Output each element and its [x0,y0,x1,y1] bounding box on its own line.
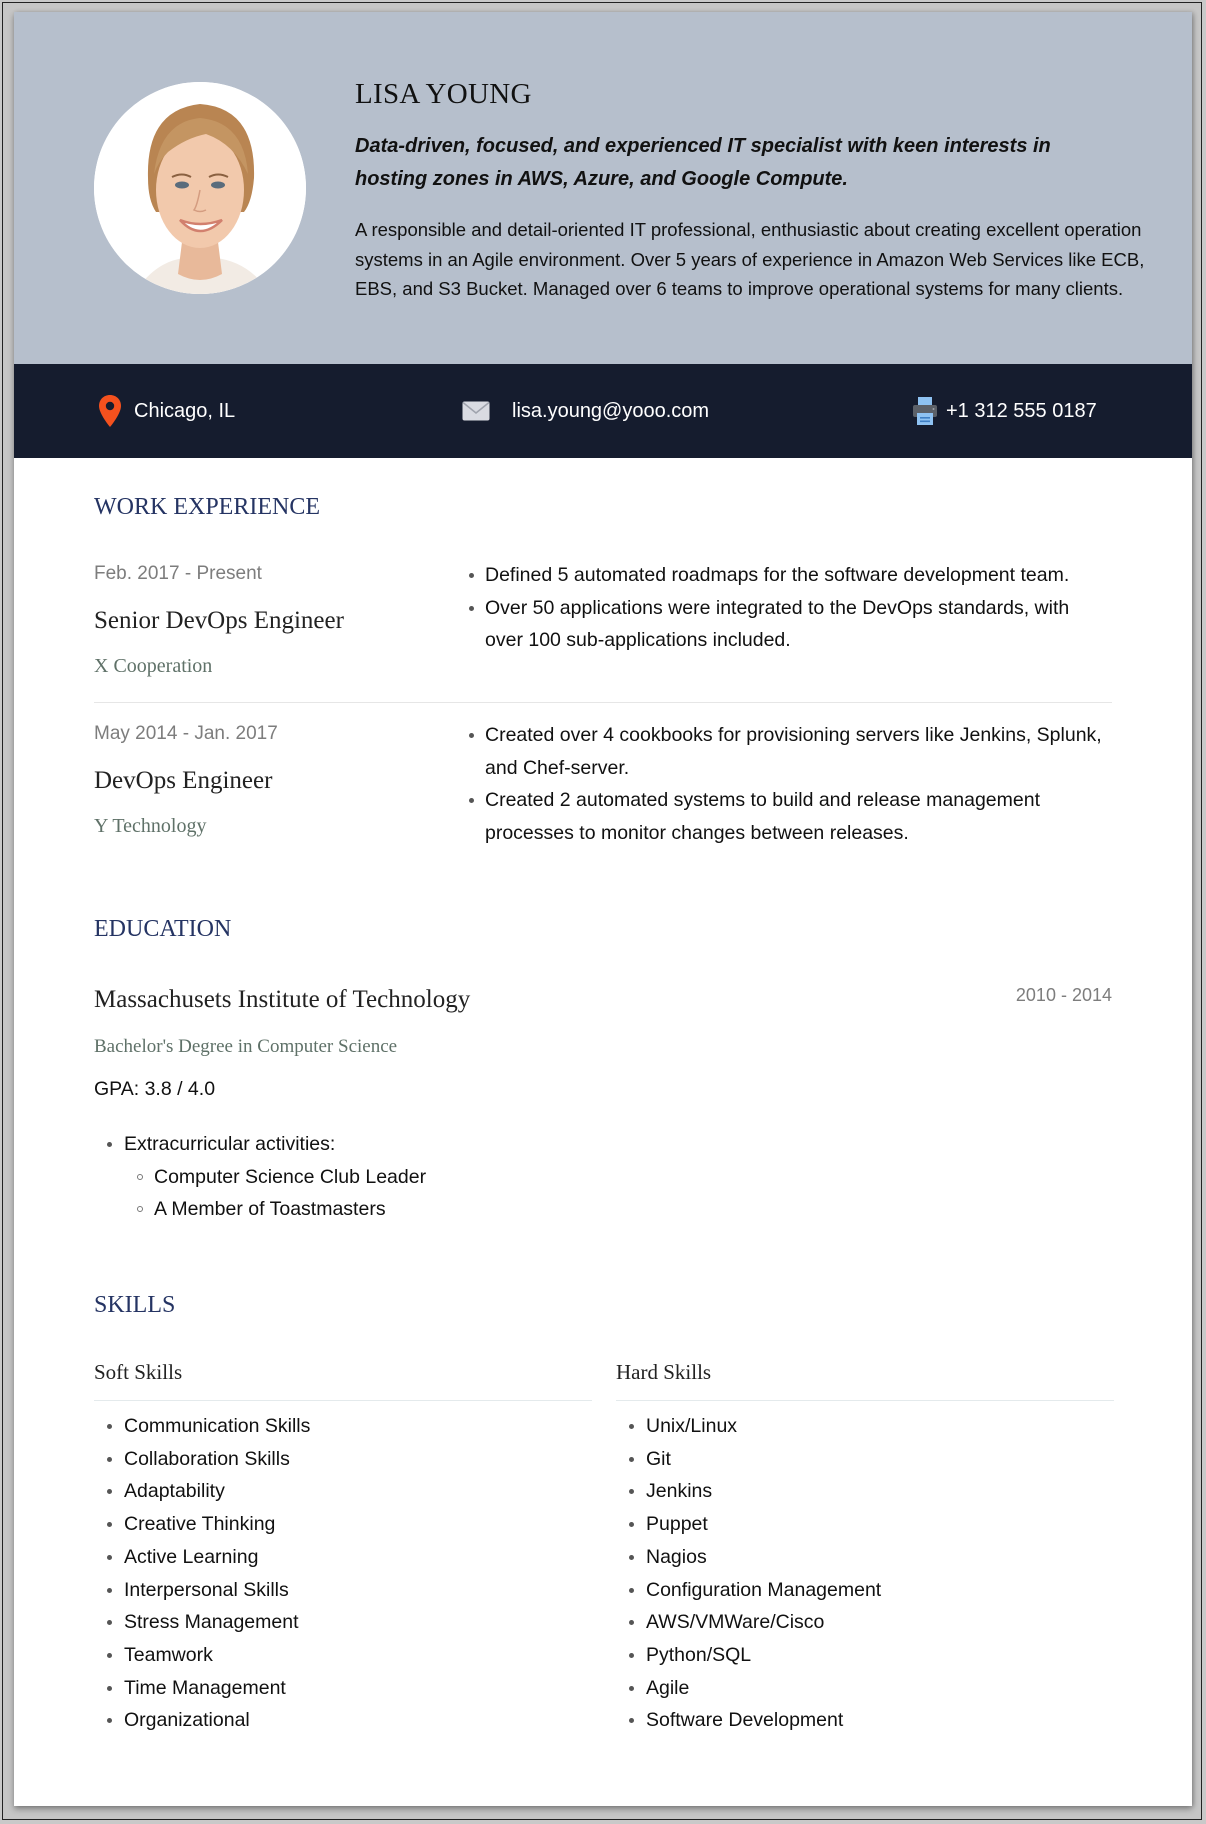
contact-bar: Chicago, IL lisa.young@yooo.com +1 312 5… [14,364,1192,458]
soft-skills-column: Soft Skills Communication Skills Collabo… [94,1358,592,1737]
gpa: GPA: 3.8 / 4.0 [94,1078,216,1100]
skill-item: Git [616,1443,1114,1476]
hard-skills-list: Unix/Linux Git Jenkins Puppet Nagios Con… [616,1410,1114,1737]
skill-item: Organizational [94,1704,592,1737]
job-company: Y Technology [94,815,207,837]
skill-item: Agile [616,1672,1114,1705]
extracurricular-activity: A Member of Toastmasters [124,1193,426,1226]
skill-item: Creative Thinking [94,1508,592,1541]
candidate-name: LISA YOUNG [355,78,532,110]
education-heading: EDUCATION [94,916,232,942]
extracurricular-activity: Computer Science Club Leader [124,1161,426,1194]
skill-item: Time Management [94,1672,592,1705]
avatar-portrait-icon [94,82,306,294]
soft-skills-divider [94,1400,592,1401]
extracurricular-sublist: Computer Science Club Leader A Member of… [124,1161,426,1226]
work-experience-heading: WORK EXPERIENCE [94,494,320,520]
contact-phone: +1 312 555 0187 [912,364,1097,458]
skill-item: Interpersonal Skills [94,1574,592,1607]
job-bullets: Created over 4 cookbooks for provisionin… [468,719,1108,850]
skills-heading: SKILLS [94,1292,176,1318]
skill-item: Stress Management [94,1606,592,1639]
job-company: X Cooperation [94,655,213,677]
job-bullets: Defined 5 automated roadmaps for the sof… [468,559,1108,657]
job-bullet: Created 2 automated systems to build and… [468,784,1108,849]
soft-skills-heading: Soft Skills [94,1360,183,1384]
skill-item: Configuration Management [616,1574,1114,1607]
job-dates: Feb. 2017 - Present [94,563,262,584]
resume-header: LISA YOUNG Data-driven, focused, and exp… [14,12,1192,364]
skill-item: Adaptability [94,1475,592,1508]
skill-item: Puppet [616,1508,1114,1541]
candidate-tagline: Data-driven, focused, and experienced IT… [355,135,1051,190]
degree: Bachelor's Degree in Computer Science [94,1036,398,1057]
contact-email[interactable]: lisa.young@yooo.com [462,364,709,458]
skill-item: AWS/VMWare/Cisco [616,1606,1114,1639]
extracurricular-item: Extracurricular activities: Computer Sci… [94,1128,426,1226]
job-bullet: Defined 5 automated roadmaps for the sof… [468,559,1108,592]
skill-item: Teamwork [94,1639,592,1672]
resume-page: LISA YOUNG Data-driven, focused, and exp… [14,12,1192,1806]
hard-skills-divider [616,1400,1114,1401]
job-title: DevOps Engineer [94,767,273,794]
contact-location: Chicago, IL [98,364,235,458]
job-bullet: Over 50 applications were integrated to … [468,592,1108,657]
education-years: 2010 - 2014 [1015,985,1112,1005]
job-divider [94,702,1112,703]
skill-item: Software Development [616,1704,1114,1737]
soft-skills-list: Communication Skills Collaboration Skill… [94,1410,592,1737]
skill-item: Nagios [616,1541,1114,1574]
phone-text: +1 312 555 0187 [946,399,1097,422]
map-pin-icon [98,394,122,428]
job-title: Senior DevOps Engineer [94,607,344,634]
printer-icon [912,396,938,426]
school-name: Massachusets Institute of Technology [94,986,471,1013]
extracurricular-label: Extracurricular activities: [124,1133,336,1155]
location-text: Chicago, IL [134,399,236,422]
hard-skills-heading: Hard Skills [616,1360,712,1384]
skill-item: Active Learning [94,1541,592,1574]
skill-item: Collaboration Skills [94,1443,592,1476]
email-link[interactable]: lisa.young@yooo.com [512,400,709,423]
extracurricular-list: Extracurricular activities: Computer Sci… [94,1128,426,1226]
skill-item: Jenkins [616,1475,1114,1508]
candidate-summary: A responsible and detail-oriented IT pro… [355,219,1145,299]
profile-photo [94,82,306,294]
skill-item: Unix/Linux [616,1410,1114,1443]
skill-item: Python/SQL [616,1639,1114,1672]
job-bullet: Created over 4 cookbooks for provisionin… [468,719,1108,784]
hard-skills-column: Hard Skills Unix/Linux Git Jenkins Puppe… [616,1358,1114,1737]
job-dates: May 2014 - Jan. 2017 [94,723,278,744]
skill-item: Communication Skills [94,1410,592,1443]
envelope-icon [462,401,490,421]
